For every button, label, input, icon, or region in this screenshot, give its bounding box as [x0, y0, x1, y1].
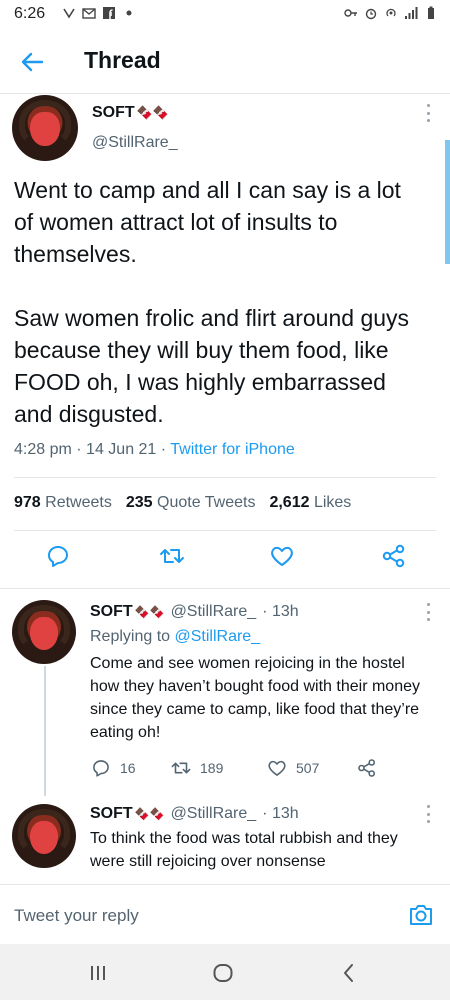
reply-handle[interactable]: @StillRare_ — [171, 805, 257, 823]
reply-icon — [93, 760, 109, 777]
alarm-icon — [365, 8, 377, 20]
reply-age: · 13h — [262, 603, 299, 620]
tweet-text: Went to camp and all I can say is a lot … — [14, 177, 410, 427]
reply-author-name[interactable]: SOFT 🍫🍫 — [90, 805, 165, 823]
arrow-left-icon[interactable] — [18, 48, 46, 76]
camera-icon[interactable] — [408, 903, 434, 927]
hotspot-icon — [386, 8, 396, 17]
facebook-icon — [103, 7, 115, 19]
share-button[interactable] — [356, 757, 378, 779]
alert-icon — [63, 8, 75, 19]
page-title: Thread — [84, 47, 161, 73]
status-right-icons — [344, 6, 438, 20]
author-handle[interactable]: @StillRare_ — [92, 134, 178, 152]
like-button[interactable]: 507 — [266, 757, 356, 779]
status-bar: 6:26 — [0, 0, 450, 28]
reply-count: 16 — [120, 760, 136, 776]
tweet-meta: 4:28 pm · 14 Jun 21 · Twitter for iPhone — [14, 441, 295, 458]
reply-composer — [0, 884, 450, 944]
thread-line — [44, 666, 46, 796]
dot-icon — [126, 10, 132, 16]
share-icon[interactable] — [380, 542, 408, 570]
scrollbar[interactable] — [445, 140, 450, 264]
status-left-icons — [62, 6, 136, 20]
like-icon — [268, 760, 286, 776]
mail-icon — [82, 8, 96, 19]
like-icon[interactable] — [268, 542, 296, 570]
reply-input[interactable] — [14, 904, 394, 928]
share-icon — [358, 759, 376, 777]
retweet-icon[interactable] — [158, 542, 186, 570]
tweet-source[interactable]: Twitter for iPhone — [170, 441, 295, 458]
chocolate-emoji: 🍫🍫 — [136, 105, 170, 120]
retweets-stat[interactable]: 978 Retweets — [14, 494, 112, 512]
more-options-icon[interactable] — [420, 805, 436, 823]
like-count: 507 — [296, 760, 320, 776]
replying-to: Replying to @StillRare_ — [90, 628, 261, 645]
home-icon[interactable] — [212, 962, 234, 984]
divider — [14, 477, 436, 478]
author-name-text: SOFT — [92, 104, 135, 121]
tweet-actions — [0, 542, 450, 576]
tweet-time: 4:28 pm — [14, 441, 72, 458]
battery-icon — [428, 6, 434, 19]
retweet-button[interactable]: 189 — [170, 757, 266, 779]
header: Thread — [0, 28, 450, 94]
section-divider — [0, 588, 450, 589]
reply-text: Come and see women rejoicing in the host… — [90, 655, 420, 741]
author-name[interactable]: SOFT 🍫🍫 — [92, 104, 169, 122]
tweet-stats: 978 Retweets 235 Quote Tweets 2,612 Like… — [14, 494, 351, 512]
key-icon — [344, 9, 357, 17]
reply-avatar[interactable] — [12, 600, 76, 664]
quotes-stat[interactable]: 235 Quote Tweets — [126, 494, 256, 512]
reply-button[interactable]: 16 — [90, 757, 170, 779]
recent-apps-icon[interactable] — [87, 962, 109, 984]
retweet-count: 189 — [200, 760, 224, 776]
reply-text: To think the food was total rubbish and … — [90, 830, 398, 870]
reply-age: · 13h — [262, 805, 299, 822]
system-nav-bar — [0, 944, 450, 1000]
tweet-date: 14 Jun 21 — [86, 441, 157, 458]
reply-header: SOFT 🍫🍫 @StillRare_ · 13h — [90, 805, 299, 823]
reply-avatar[interactable] — [12, 804, 76, 868]
likes-stat[interactable]: 2,612 Likes — [269, 494, 351, 512]
signal-icon — [405, 7, 418, 19]
more-options-icon[interactable] — [420, 104, 436, 122]
more-options-icon[interactable] — [420, 603, 436, 621]
reply-author-name[interactable]: SOFT 🍫🍫 — [90, 603, 165, 621]
reply-actions: 16 189 507 — [90, 757, 378, 779]
back-icon[interactable] — [338, 962, 360, 984]
reply-header: SOFT 🍫🍫 @StillRare_ · 13h — [90, 603, 299, 621]
replying-to-link[interactable]: @StillRare_ — [175, 628, 261, 645]
avatar[interactable] — [12, 95, 78, 161]
divider — [14, 530, 436, 531]
retweet-icon — [171, 762, 191, 774]
status-time: 6:26 — [14, 5, 46, 22]
reply-handle[interactable]: @StillRare_ — [171, 603, 257, 621]
reply-icon[interactable] — [44, 542, 72, 570]
